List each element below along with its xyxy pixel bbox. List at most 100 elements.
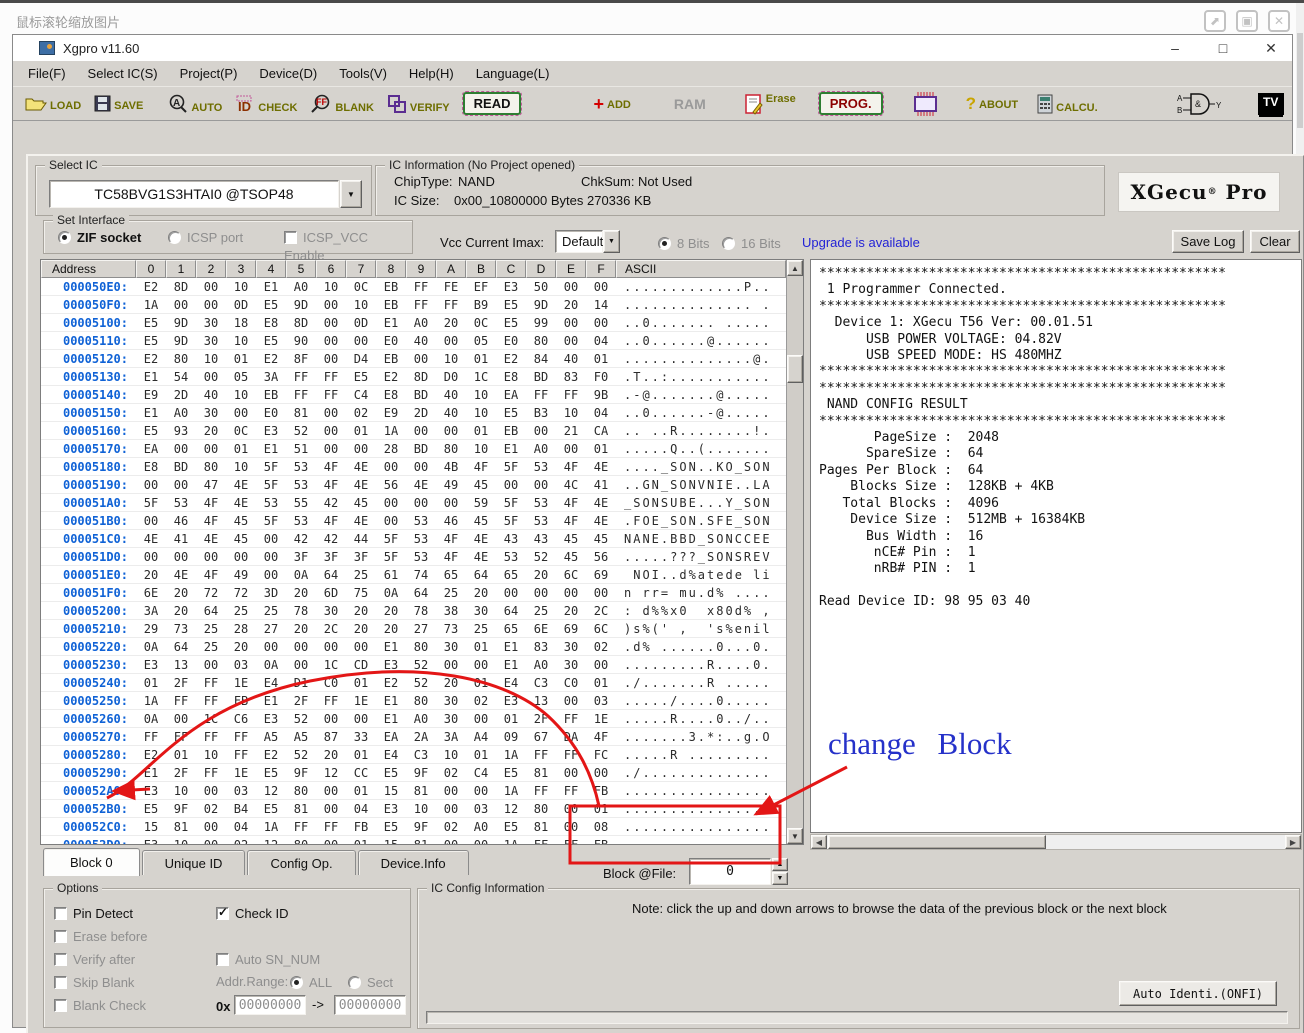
hex-byte[interactable]: 4E: [586, 496, 616, 510]
hex-byte[interactable]: 20: [556, 298, 586, 312]
hex-byte[interactable]: C6: [226, 712, 256, 726]
hex-byte[interactable]: 00: [166, 442, 196, 456]
hex-byte[interactable]: 53: [526, 496, 556, 510]
hex-byte[interactable]: 0A: [256, 658, 286, 672]
hex-byte[interactable]: 80: [166, 352, 196, 366]
hex-byte[interactable]: 5F: [376, 550, 406, 564]
hex-byte[interactable]: CC: [346, 766, 376, 780]
spinner-down-icon[interactable]: ▼: [772, 872, 788, 885]
hex-byte[interactable]: 00: [316, 784, 346, 798]
hex-byte[interactable]: 00: [406, 460, 436, 474]
hex-byte[interactable]: 78: [406, 604, 436, 618]
hex-byte[interactable]: 12: [316, 766, 346, 780]
hex-byte[interactable]: 9F: [406, 820, 436, 834]
hex-col-6[interactable]: 6: [316, 260, 346, 278]
hex-byte[interactable]: 00: [436, 838, 466, 846]
hex-byte[interactable]: 81: [166, 820, 196, 834]
hex-row-00005250[interactable]: 00005250:1AFFFFFBE12FFF1EE1803002E313000…: [41, 692, 786, 710]
range-from-input[interactable]: 00000000: [234, 995, 306, 1015]
viewer-close-icon[interactable]: ✕: [1268, 10, 1290, 32]
hex-byte[interactable]: 00: [466, 658, 496, 672]
hex-byte[interactable]: FF: [166, 730, 196, 744]
hex-byte[interactable]: 00: [136, 478, 166, 492]
menu-item-device-d[interactable]: Device(D): [250, 63, 326, 84]
hex-byte[interactable]: E5: [496, 766, 526, 780]
hex-byte[interactable]: E5: [496, 820, 526, 834]
hex-byte[interactable]: 45: [556, 532, 586, 546]
hex-byte[interactable]: 00: [166, 712, 196, 726]
hex-byte[interactable]: 25: [436, 586, 466, 600]
upgrade-link[interactable]: Upgrade is available: [802, 235, 920, 250]
hex-byte[interactable]: FF: [316, 694, 346, 708]
hex-byte[interactable]: 00: [376, 514, 406, 528]
hex-byte[interactable]: 20: [376, 604, 406, 618]
hex-byte[interactable]: 09: [496, 730, 526, 744]
hex-byte[interactable]: 01: [586, 352, 616, 366]
hex-byte[interactable]: 41: [166, 532, 196, 546]
hex-byte[interactable]: FF: [526, 748, 556, 762]
hex-byte[interactable]: 2F: [286, 694, 316, 708]
hex-byte[interactable]: 43: [496, 532, 526, 546]
hex-row-00005290[interactable]: 00005290:E12FFF1EE59F12CCE59F02C4E581000…: [41, 764, 786, 782]
hex-byte[interactable]: 00: [256, 568, 286, 582]
hex-byte[interactable]: 00: [586, 280, 616, 294]
hex-byte[interactable]: FF: [526, 838, 556, 846]
save-log-button[interactable]: Save Log: [1172, 230, 1244, 253]
hex-byte[interactable]: 10: [166, 838, 196, 846]
hex-byte[interactable]: 20: [316, 748, 346, 762]
scroll-right-icon[interactable]: ▶: [1285, 835, 1301, 849]
hex-byte[interactable]: 27: [256, 622, 286, 636]
hex-byte[interactable]: 30: [556, 640, 586, 654]
hex-byte[interactable]: 25: [196, 622, 226, 636]
hex-byte[interactable]: FF: [196, 676, 226, 690]
hex-byte[interactable]: 00: [196, 838, 226, 846]
hex-byte[interactable]: 0A: [286, 568, 316, 582]
hex-byte[interactable]: 3F: [316, 550, 346, 564]
hex-byte[interactable]: 01: [226, 352, 256, 366]
hex-byte[interactable]: 1A: [136, 694, 166, 708]
hex-col-8[interactable]: 8: [376, 260, 406, 278]
hex-byte[interactable]: 15: [376, 784, 406, 798]
close-button[interactable]: ✕: [1262, 40, 1280, 57]
hex-byte[interactable]: 1A: [136, 298, 166, 312]
hex-byte[interactable]: FF: [526, 784, 556, 798]
hex-byte[interactable]: 4E: [586, 514, 616, 528]
hex-byte[interactable]: 4F: [316, 514, 346, 528]
hex-byte[interactable]: 00: [196, 784, 226, 798]
hex-byte[interactable]: 25: [526, 604, 556, 618]
hex-byte[interactable]: 55: [286, 496, 316, 510]
hex-row-00005110[interactable]: 00005110:E59D3010E5900000E0400005E080000…: [41, 332, 786, 350]
hex-byte[interactable]: 4E: [166, 568, 196, 582]
hex-byte[interactable]: E1: [496, 658, 526, 672]
hex-byte[interactable]: 3A: [136, 604, 166, 618]
hex-byte[interactable]: 5F: [256, 478, 286, 492]
hex-byte[interactable]: E5: [136, 424, 166, 438]
hex-byte[interactable]: 1A: [496, 784, 526, 798]
hex-byte[interactable]: E3: [376, 658, 406, 672]
hex-byte[interactable]: 64: [166, 640, 196, 654]
check-id-checkbox[interactable]: Check ID: [216, 905, 288, 923]
hex-byte[interactable]: 02: [226, 838, 256, 846]
hex-row-000050E0[interactable]: 000050E0:E28D0010E1A0100CEBFFFEEFE350000…: [41, 278, 786, 296]
hex-byte[interactable]: 4C: [556, 478, 586, 492]
hex-byte[interactable]: 10: [196, 748, 226, 762]
hex-byte[interactable]: FF: [436, 298, 466, 312]
hex-byte[interactable]: 20: [166, 586, 196, 600]
hex-byte[interactable]: 00: [166, 550, 196, 564]
log-scrollbar-thumb[interactable]: [828, 835, 1046, 849]
hex-byte[interactable]: A4: [466, 730, 496, 744]
hex-byte[interactable]: 00: [316, 712, 346, 726]
hex-byte[interactable]: 01: [496, 712, 526, 726]
hex-byte[interactable]: 53: [286, 514, 316, 528]
hex-row-00005270[interactable]: 00005270:FFFFFFFFA5A58733EA2A3AA40967DA4…: [41, 728, 786, 746]
hex-byte[interactable]: 01: [466, 676, 496, 690]
hex-byte[interactable]: BD: [526, 370, 556, 384]
hex-byte[interactable]: CA: [586, 424, 616, 438]
hex-byte[interactable]: FF: [526, 388, 556, 402]
hex-byte[interactable]: 81: [526, 766, 556, 780]
pin-detect-checkbox[interactable]: Pin Detect: [54, 905, 133, 923]
hex-byte[interactable]: 1E: [586, 712, 616, 726]
hex-row-00005200[interactable]: 00005200:3A20642525783020207838306425202…: [41, 602, 786, 620]
hex-byte[interactable]: 83: [526, 640, 556, 654]
hex-byte[interactable]: 0A: [136, 640, 166, 654]
